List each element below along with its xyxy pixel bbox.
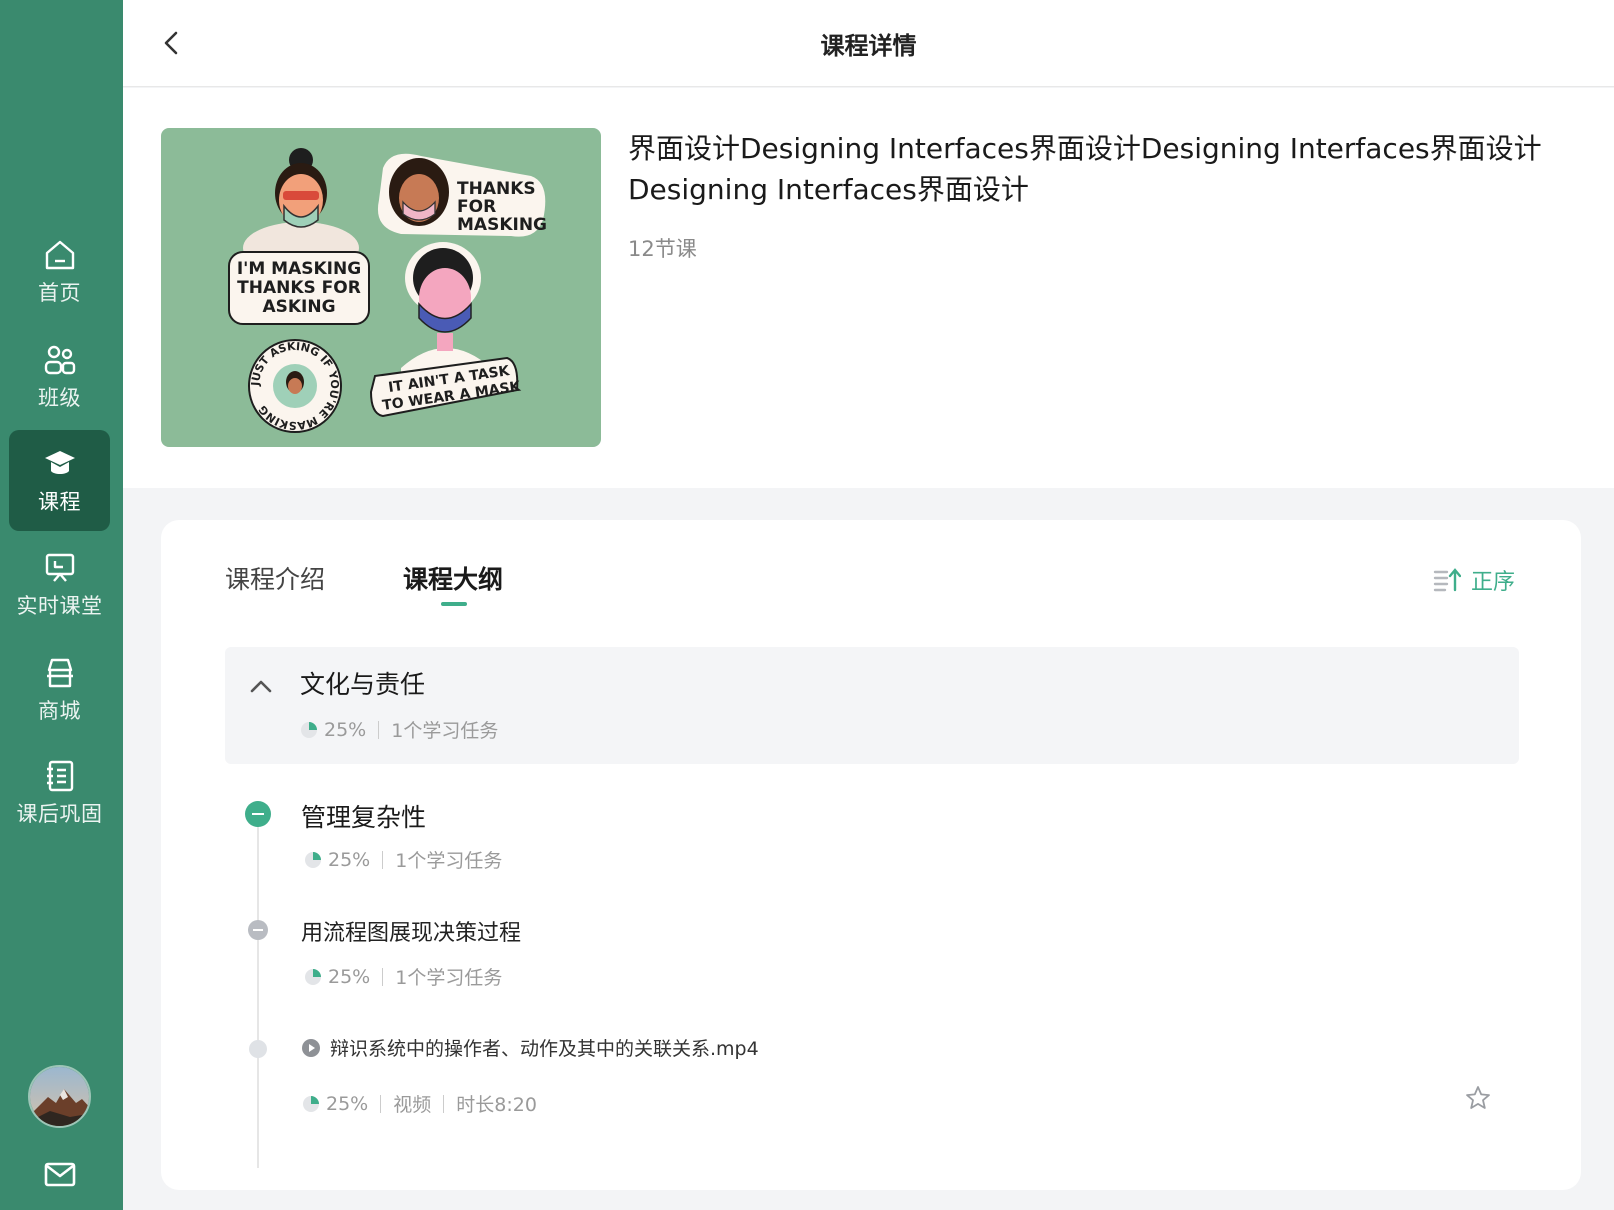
course-cover-image: I'M MASKING THANKS FOR ASKING THANKS FOR… <box>161 128 601 447</box>
mail-icon[interactable] <box>42 1156 78 1192</box>
sidebar-item-store[interactable]: 商城 <box>9 640 110 740</box>
active-tab-indicator <box>441 602 467 606</box>
course-header: I'M MASKING THANKS FOR ASKING THANKS FOR… <box>123 88 1614 488</box>
sidebar-item-label: 课程 <box>38 489 81 514</box>
divider <box>382 967 384 986</box>
sidebar-item-label: 实时课堂 <box>16 594 103 618</box>
section-title[interactable]: 管理复杂性 <box>301 798 426 834</box>
subsection-task-count: 1个学习任务 <box>395 967 503 989</box>
course-title: 界面设计Designing Interfaces界面设计Designing In… <box>628 132 1542 206</box>
sidebar: 首页 班级 课程 实时课堂 商城 课后巩固 <box>0 0 123 1210</box>
timeline-line <box>257 813 259 1168</box>
sidebar-item-label: 商城 <box>38 699 81 723</box>
sort-label: 正序 <box>1471 570 1516 595</box>
progress-pie-icon <box>301 721 317 738</box>
task-type: 视频 <box>393 1094 432 1116</box>
avatar[interactable] <box>28 1065 91 1128</box>
sidebar-item-live-classroom[interactable]: 实时课堂 <box>9 535 110 635</box>
chapter-task-count: 1个学习任务 <box>391 720 499 742</box>
cover-sticker1-line2: THANKS FOR <box>237 278 361 298</box>
sidebar-item-course[interactable]: 课程 <box>9 430 110 531</box>
task-progress: 25% <box>326 1092 369 1115</box>
tab-intro[interactable]: 课程介绍 <box>225 560 325 596</box>
divider <box>443 1094 445 1113</box>
timeline-dot <box>249 1040 267 1058</box>
sidebar-item-class[interactable]: 班级 <box>9 327 110 427</box>
cover-sticker2-line3: MASKING <box>457 215 547 235</box>
chapter-title: 文化与责任 <box>300 670 426 699</box>
divider <box>382 850 384 869</box>
sidebar-item-consolidate[interactable]: 课后巩固 <box>9 743 110 843</box>
sidebar-item-home[interactable]: 首页 <box>9 222 110 322</box>
play-circle-icon <box>302 1038 320 1057</box>
task-duration: 时长8:20 <box>456 1094 537 1116</box>
sidebar-item-label: 首页 <box>38 281 81 305</box>
graduation-cap-icon <box>44 450 75 474</box>
sort-ascending-icon <box>1433 568 1461 592</box>
chevron-up-icon[interactable] <box>247 673 275 701</box>
cover-sticker2-line2: FOR <box>457 197 496 217</box>
live-classroom-icon <box>45 553 74 582</box>
chapter-progress: 25% <box>324 718 367 741</box>
section-progress: 25% <box>328 848 371 871</box>
home-icon <box>45 240 74 270</box>
page-title: 课程详情 <box>820 32 917 60</box>
subsection-title[interactable]: 用流程图展现决策过程 <box>301 915 521 947</box>
collapse-subsection-button[interactable] <box>248 920 268 940</box>
star-icon[interactable] <box>1465 1085 1491 1111</box>
tab-outline[interactable]: 课程大纲 <box>403 560 503 596</box>
store-icon <box>46 658 73 688</box>
sidebar-item-label: 课后巩固 <box>16 802 103 826</box>
collapse-section-button[interactable] <box>245 801 271 827</box>
section-task-count: 1个学习任务 <box>395 850 503 872</box>
lesson-count: 12节课 <box>628 237 697 261</box>
task-title: 辩识系统中的操作者、动作及其中的关联关系.mp4 <box>330 1038 759 1060</box>
divider <box>380 1094 382 1113</box>
chapter-row[interactable]: 文化与责任 25% 1个学习任务 <box>225 647 1519 764</box>
sidebar-item-label: 班级 <box>38 386 81 410</box>
course-outline-card: 课程介绍 课程大纲 正序 文化与责任 25% 1个学习任务 管理复杂性 25% … <box>161 520 1581 1190</box>
progress-pie-icon <box>303 1095 319 1112</box>
sort-button[interactable]: 正序 <box>1433 564 1515 596</box>
cover-sticker1-line3: ASKING <box>262 297 335 317</box>
subsection-progress: 25% <box>328 965 371 988</box>
task-item-video[interactable]: 辩识系统中的操作者、动作及其中的关联关系.mp4 <box>301 1034 759 1061</box>
divider <box>378 720 380 739</box>
cover-sticker2-line1: THANKS <box>457 179 536 199</box>
section-meta: 25% 1个学习任务 <box>304 846 502 873</box>
progress-pie-icon <box>305 851 321 868</box>
chapter-meta: 25% 1个学习任务 <box>300 716 498 743</box>
notebook-icon <box>46 760 73 792</box>
top-bar: 课程详情 <box>123 0 1614 87</box>
cover-sticker1-line1: I'M MASKING <box>237 259 361 279</box>
class-icon <box>44 345 75 375</box>
progress-pie-icon <box>305 968 321 985</box>
task-meta: 25% 视频 时长8:20 <box>302 1090 537 1117</box>
subsection-meta: 25% 1个学习任务 <box>304 963 502 990</box>
